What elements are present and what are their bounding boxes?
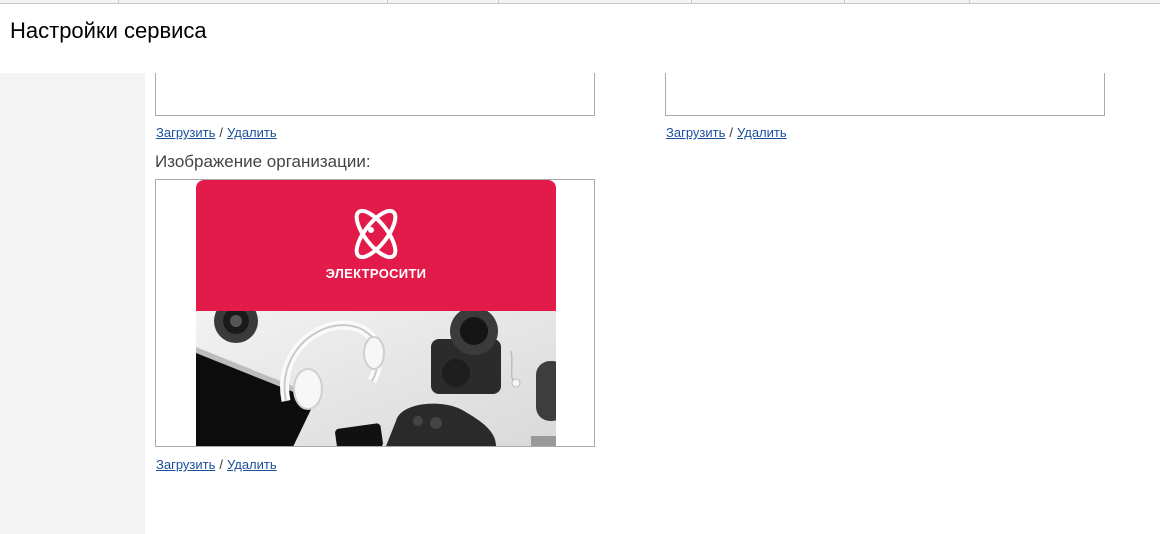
image-actions-right: Загрузить / Удалить <box>666 125 787 140</box>
delete-link[interactable]: Удалить <box>737 125 787 140</box>
separator: / <box>219 457 223 472</box>
separator: / <box>219 125 223 140</box>
organization-image: ЭЛЕКТРОСИТИ <box>196 180 556 446</box>
organization-image-frame: ЭЛЕКТРОСИТИ <box>155 179 595 447</box>
image-actions-left: Загрузить / Удалить <box>156 125 277 140</box>
brand-banner: ЭЛЕКТРОСИТИ <box>196 180 556 311</box>
page-header: Настройки сервиса <box>0 4 1160 73</box>
page-title: Настройки сервиса <box>10 18 207 43</box>
sidebar <box>0 73 145 534</box>
upload-link[interactable]: Загрузить <box>156 125 215 140</box>
image-preview-left <box>155 73 595 116</box>
delete-link[interactable]: Удалить <box>227 125 277 140</box>
electronics-photo <box>196 311 556 446</box>
image-preview-right <box>665 73 1105 116</box>
organization-image-actions: Загрузить / Удалить <box>156 457 277 472</box>
organization-image-label: Изображение организации: <box>155 152 371 171</box>
upload-link[interactable]: Загрузить <box>156 457 215 472</box>
upload-link[interactable]: Загрузить <box>666 125 725 140</box>
separator: / <box>729 125 733 140</box>
atom-logo-icon <box>354 208 398 260</box>
delete-link[interactable]: Удалить <box>227 457 277 472</box>
brand-name: ЭЛЕКТРОСИТИ <box>325 266 427 281</box>
